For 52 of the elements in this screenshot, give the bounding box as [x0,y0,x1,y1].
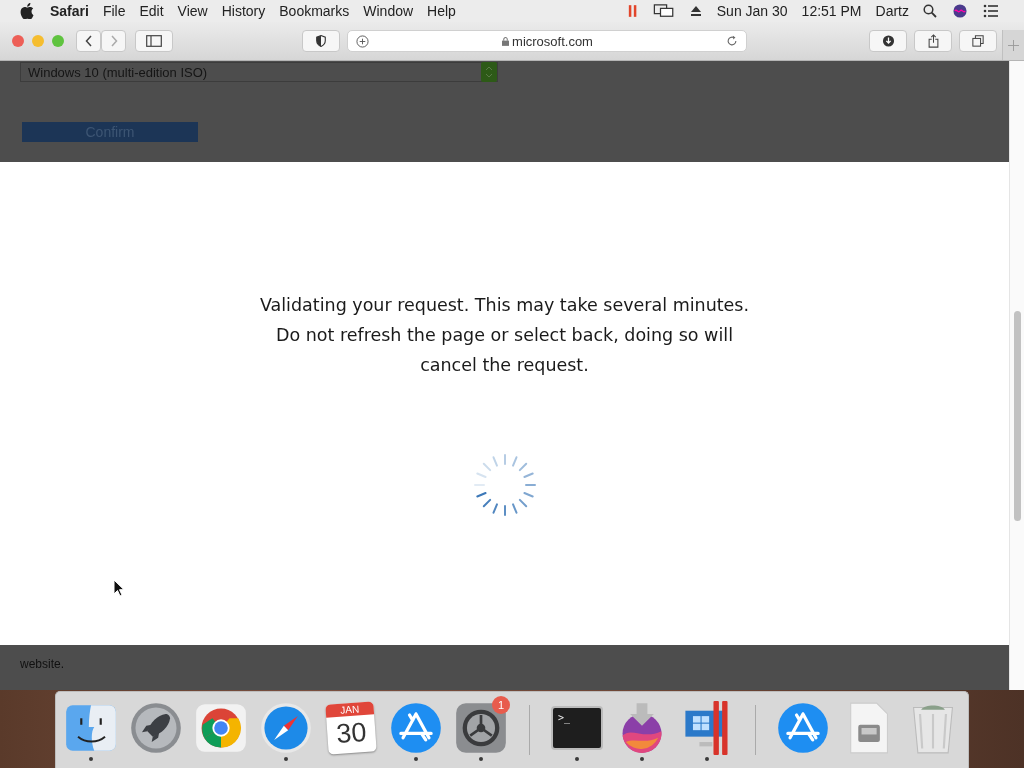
search-icon[interactable] [923,4,937,18]
privacy-report-button[interactable] [302,30,340,52]
siri-icon[interactable] [952,4,968,18]
user-name[interactable]: Dartz [875,3,909,19]
download-icon [881,35,895,47]
footer-text: website. [20,657,65,671]
rocket-icon[interactable] [129,701,183,755]
close-window-button[interactable] [12,35,24,47]
calendar-icon[interactable]: JAN 30 [325,701,377,755]
tabs-icon [972,35,984,47]
terminal-icon[interactable]: >_ [551,706,603,750]
compass-icon[interactable] [259,701,313,755]
share-icon [927,34,939,48]
menu-bar-date[interactable]: Sun Jan 30 [716,3,788,19]
app-store-icon[interactable] [776,701,830,755]
reload-icon[interactable] [726,35,738,47]
menu-item[interactable]: History [221,3,266,19]
back-button[interactable] [76,30,101,52]
select-arrows-icon [481,62,497,82]
shield-icon [315,35,327,47]
menu-item[interactable]: File [102,3,126,19]
add-icon [1008,39,1019,51]
notification-badge: 1 [492,696,510,714]
display-icon[interactable] [652,4,675,18]
share-button[interactable] [914,30,952,52]
menu-item[interactable]: Edit [139,3,164,19]
tabs-overview-button[interactable] [959,30,997,52]
address-bar[interactable]: microsoft.com [347,30,747,52]
url-text: microsoft.com [512,33,593,49]
add-icon [356,34,369,48]
validation-message: Validating your request. This may take several minutes. Do not refresh the page or select back, doing so will cancel the request. [259,294,750,377]
sidebar-button[interactable] [135,30,173,52]
gear-icon[interactable] [454,701,508,755]
notification-center-icon[interactable] [983,4,999,18]
app-store-icon[interactable] [389,701,443,755]
menu-item[interactable]: Window [363,3,414,19]
scrollbar[interactable] [1009,61,1024,690]
sidebar-icon [146,35,162,47]
chrome-icon[interactable] [194,701,248,755]
back-icon [84,35,93,47]
menu-bar-clock[interactable]: 12:51 PM [801,3,862,19]
menu-item[interactable]: Bookmarks [279,3,350,19]
app-menu[interactable]: Safari [50,3,89,19]
forward-icon [109,35,118,47]
menu-item[interactable]: Help [427,3,456,19]
lock-icon [502,36,510,46]
apple-logo-icon[interactable] [20,3,34,19]
downloads-button[interactable] [869,30,907,52]
mouse-pointer-icon [113,579,125,597]
parallels-status-icon[interactable] [627,4,638,18]
menu-item[interactable]: View [177,3,208,19]
eject-icon[interactable] [689,4,702,18]
